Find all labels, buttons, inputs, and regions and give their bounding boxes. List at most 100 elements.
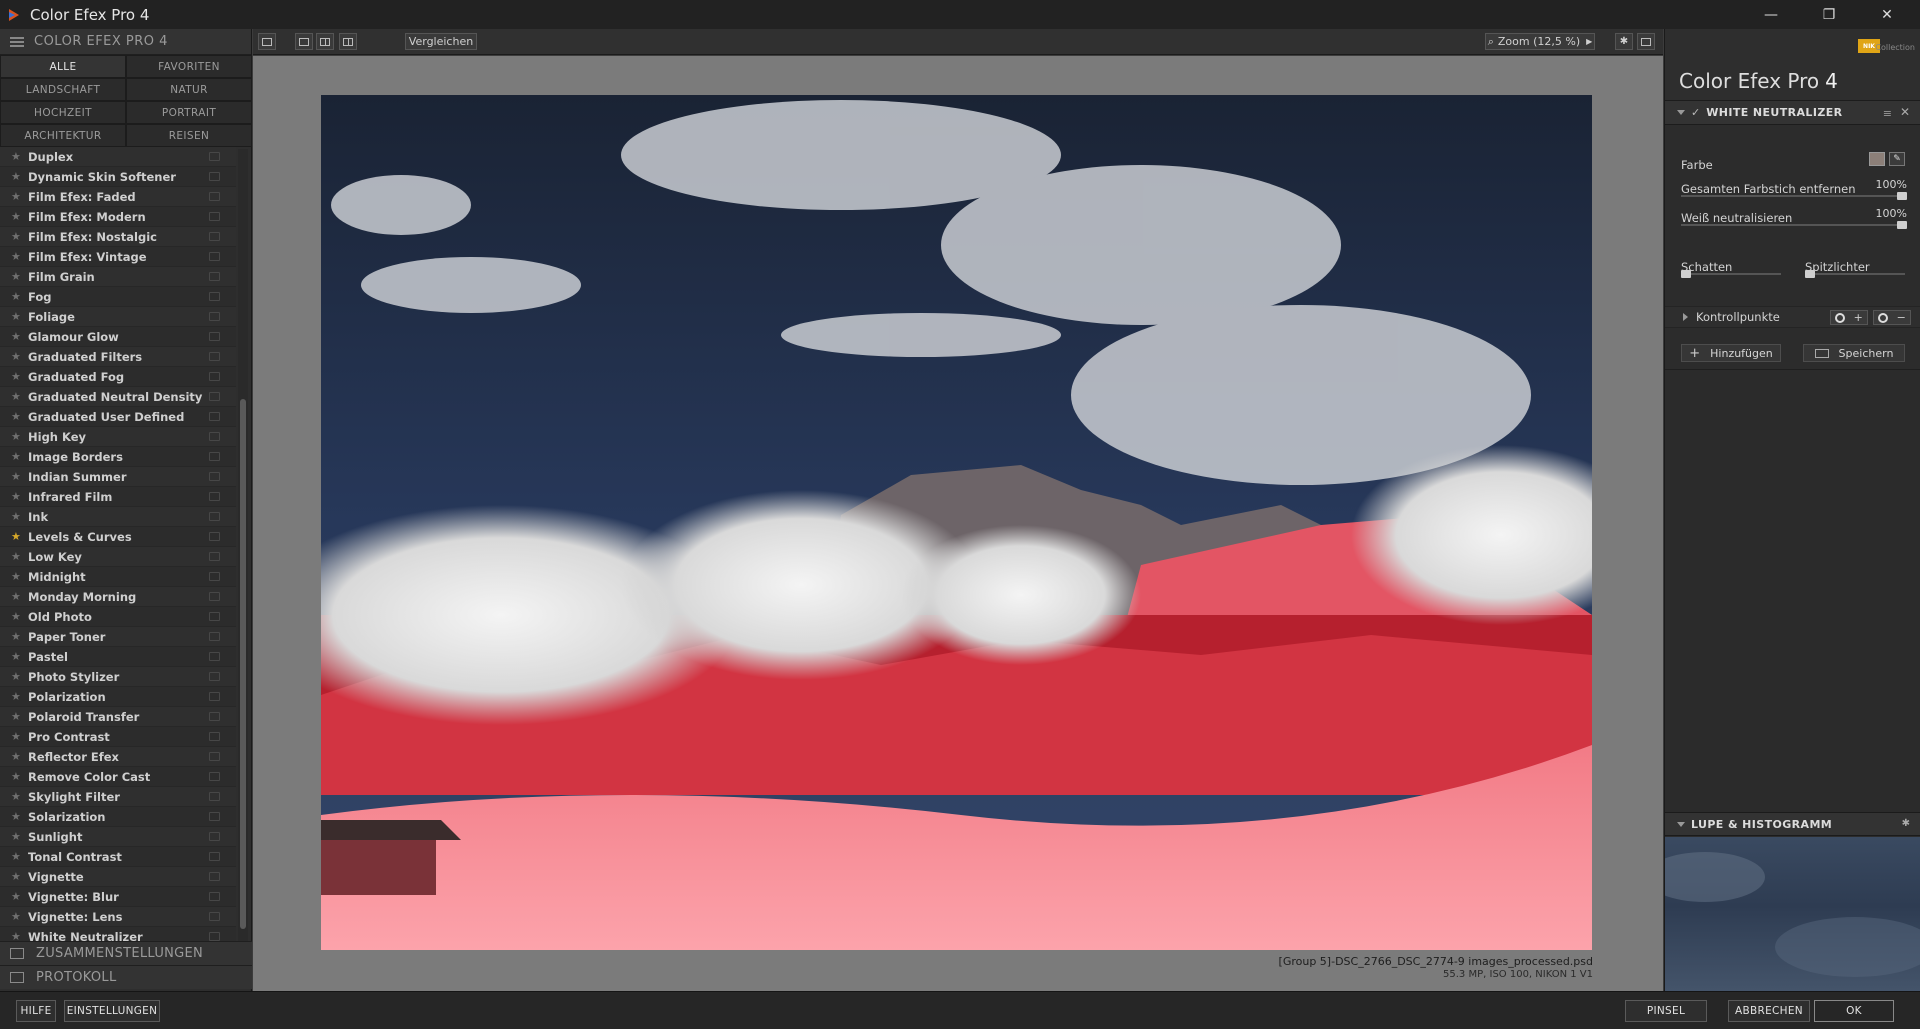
- filter-item[interactable]: ★ Graduated Fog: [0, 367, 236, 387]
- filter-item[interactable]: ★ Sunlight: [0, 827, 236, 847]
- favorite-star-icon[interactable]: ★: [11, 891, 23, 902]
- control-points-row[interactable]: Kontrollpunkte + −: [1665, 306, 1920, 328]
- favorite-star-icon[interactable]: ★: [11, 171, 23, 182]
- cancel-button[interactable]: ABBRECHEN: [1728, 1000, 1810, 1022]
- single-view-button[interactable]: [295, 33, 313, 50]
- minimize-button[interactable]: —: [1744, 0, 1798, 29]
- recipes-section[interactable]: ZUSAMMENSTELLUNGEN: [0, 941, 252, 965]
- favorite-star-icon[interactable]: ★: [11, 611, 23, 622]
- filter-item[interactable]: ★ Indian Summer: [0, 467, 236, 487]
- add-to-stack-icon[interactable]: [209, 912, 220, 921]
- add-to-stack-icon[interactable]: [209, 212, 220, 221]
- filter-item[interactable]: ★ Tonal Contrast: [0, 847, 236, 867]
- add-to-stack-icon[interactable]: [209, 592, 220, 601]
- add-to-stack-icon[interactable]: [209, 832, 220, 841]
- menu-icon[interactable]: [10, 36, 24, 47]
- filter-item[interactable]: ★ Image Borders: [0, 447, 236, 467]
- settings-button[interactable]: EINSTELLUNGEN: [64, 1000, 160, 1022]
- favorite-star-icon[interactable]: ★: [11, 591, 23, 602]
- compare-button[interactable]: Vergleichen: [405, 33, 477, 50]
- filter-item[interactable]: ★ Skylight Filter: [0, 787, 236, 807]
- favorite-star-icon[interactable]: ★: [11, 851, 23, 862]
- add-to-stack-icon[interactable]: [209, 172, 220, 181]
- favorite-star-icon[interactable]: ★: [11, 551, 23, 562]
- add-to-stack-icon[interactable]: [209, 532, 220, 541]
- zoom-dropdown[interactable]: ⌕ Zoom (12,5 %) ▶: [1485, 33, 1595, 50]
- expand-triangle-icon[interactable]: [1683, 313, 1688, 321]
- favorite-star-icon[interactable]: ★: [11, 531, 23, 542]
- add-control-point-button[interactable]: +: [1830, 310, 1868, 325]
- filter-item[interactable]: ★ Midnight: [0, 567, 236, 587]
- toggle-browser-button[interactable]: [258, 33, 276, 50]
- add-to-stack-icon[interactable]: [209, 812, 220, 821]
- category-alle[interactable]: ALLE: [0, 55, 126, 78]
- category-natur[interactable]: NATUR: [126, 78, 252, 101]
- preview-canvas[interactable]: [Group 5]-DSC_2766_DSC_2774-9 images_pro…: [253, 56, 1663, 991]
- favorite-star-icon[interactable]: ★: [11, 911, 23, 922]
- filter-item[interactable]: ★ Vignette: Blur: [0, 887, 236, 907]
- filter-item[interactable]: ★ White Neutralizer: [0, 927, 236, 941]
- filter-item[interactable]: ★ Infrared Film: [0, 487, 236, 507]
- maximize-button[interactable]: ❐: [1802, 0, 1856, 29]
- filter-item[interactable]: ★ Reflector Efex: [0, 747, 236, 767]
- collapse-triangle-icon[interactable]: [1677, 110, 1685, 115]
- filter-item[interactable]: ★ Pro Contrast: [0, 727, 236, 747]
- favorite-star-icon[interactable]: ★: [11, 691, 23, 702]
- favorite-star-icon[interactable]: ★: [11, 511, 23, 522]
- slider-handle[interactable]: [1681, 270, 1691, 278]
- add-to-stack-icon[interactable]: [209, 272, 220, 281]
- add-to-stack-icon[interactable]: [209, 412, 220, 421]
- favorite-star-icon[interactable]: ★: [11, 251, 23, 262]
- side-by-side-button[interactable]: [339, 33, 357, 50]
- history-section[interactable]: PROTOKOLL: [0, 965, 252, 989]
- scrollbar-thumb[interactable]: [240, 399, 246, 929]
- favorite-star-icon[interactable]: ★: [11, 371, 23, 382]
- filter-item[interactable]: ★ Pastel: [0, 647, 236, 667]
- background-toggle-button[interactable]: ✱: [1615, 33, 1633, 50]
- add-to-stack-icon[interactable]: [209, 652, 220, 661]
- favorite-star-icon[interactable]: ★: [11, 711, 23, 722]
- favorite-star-icon[interactable]: ★: [11, 351, 23, 362]
- neutralize-white-slider[interactable]: [1681, 221, 1907, 229]
- save-recipe-button[interactable]: Speichern: [1803, 344, 1905, 362]
- filter-item[interactable]: ★ Old Photo: [0, 607, 236, 627]
- filter-item[interactable]: ★ High Key: [0, 427, 236, 447]
- category-hochzeit[interactable]: HOCHZEIT: [0, 101, 126, 124]
- favorite-star-icon[interactable]: ★: [11, 151, 23, 162]
- favorite-star-icon[interactable]: ★: [11, 311, 23, 322]
- add-to-stack-icon[interactable]: [209, 192, 220, 201]
- filter-item[interactable]: ★ Photo Stylizer: [0, 667, 236, 687]
- filter-item[interactable]: ★ Film Efex: Nostalgic: [0, 227, 236, 247]
- toggle-control-panel-button[interactable]: [1637, 33, 1655, 50]
- remove-cast-slider[interactable]: [1681, 192, 1907, 200]
- pin-icon[interactable]: ✱: [1902, 818, 1910, 829]
- filter-item[interactable]: ★ Graduated Filters: [0, 347, 236, 367]
- filter-item[interactable]: ★ Vignette: Lens: [0, 907, 236, 927]
- favorite-star-icon[interactable]: ★: [11, 411, 23, 422]
- add-to-stack-icon[interactable]: [209, 752, 220, 761]
- add-to-stack-icon[interactable]: [209, 932, 220, 941]
- split-view-button[interactable]: [316, 33, 334, 50]
- add-to-stack-icon[interactable]: [209, 232, 220, 241]
- filter-header[interactable]: ✓ WHITE NEUTRALIZER ≡ ✕: [1665, 101, 1920, 125]
- add-to-stack-icon[interactable]: [209, 612, 220, 621]
- favorite-star-icon[interactable]: ★: [11, 571, 23, 582]
- favorite-star-icon[interactable]: ★: [11, 491, 23, 502]
- favorite-star-icon[interactable]: ★: [11, 291, 23, 302]
- add-to-stack-icon[interactable]: [209, 632, 220, 641]
- favorite-star-icon[interactable]: ★: [11, 871, 23, 882]
- shadows-slider[interactable]: [1681, 270, 1781, 278]
- filter-item[interactable]: ★ Film Efex: Faded: [0, 187, 236, 207]
- color-swatch[interactable]: [1869, 152, 1885, 166]
- add-to-stack-icon[interactable]: [209, 472, 220, 481]
- filter-item[interactable]: ★ Levels & Curves: [0, 527, 236, 547]
- favorite-star-icon[interactable]: ★: [11, 791, 23, 802]
- remove-control-point-button[interactable]: −: [1873, 310, 1911, 325]
- ok-button[interactable]: OK: [1814, 1000, 1894, 1022]
- add-to-stack-icon[interactable]: [209, 292, 220, 301]
- category-landschaft[interactable]: LANDSCHAFT: [0, 78, 126, 101]
- favorite-star-icon[interactable]: ★: [11, 431, 23, 442]
- eyedropper-icon[interactable]: ✎: [1889, 152, 1905, 166]
- favorite-star-icon[interactable]: ★: [11, 391, 23, 402]
- favorite-star-icon[interactable]: ★: [11, 271, 23, 282]
